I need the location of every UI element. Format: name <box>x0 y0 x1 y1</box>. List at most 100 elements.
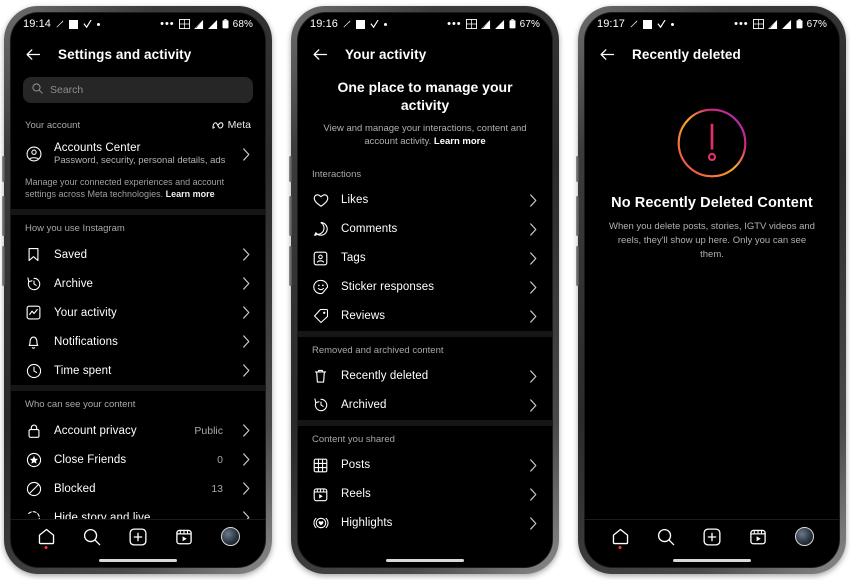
signal-1-icon <box>480 19 491 29</box>
back-arrow-icon[interactable] <box>599 46 616 63</box>
highlights-icon <box>312 515 329 532</box>
app-header: Settings and activity <box>11 35 265 73</box>
back-arrow-icon[interactable] <box>312 46 329 63</box>
chevron-right-icon <box>242 306 251 319</box>
chevron-right-icon <box>529 398 538 412</box>
signal-1-icon <box>767 19 778 29</box>
settings-row-account-privacy[interactable]: Account privacy Public <box>11 416 265 445</box>
chevron-right-icon <box>529 516 538 530</box>
dot-icon <box>97 22 101 26</box>
signal-1-icon <box>193 19 204 29</box>
reels-icon[interactable] <box>172 525 196 549</box>
meta-label: Meta <box>227 119 251 131</box>
row-label: Reviews <box>341 310 386 323</box>
learn-more-link[interactable]: Learn more <box>434 136 486 147</box>
heart-icon <box>312 192 329 209</box>
row-label: Close Friends <box>54 453 127 466</box>
chevron-right-icon <box>242 147 251 161</box>
dot-icon <box>671 22 675 26</box>
home-indicator[interactable] <box>673 558 751 562</box>
search-icon[interactable] <box>80 525 104 549</box>
settings-row-close-friends[interactable]: Close Friends 0 <box>11 445 265 474</box>
section-label: Removed and archived content <box>312 344 444 356</box>
activity-row-sticker-responses[interactable]: Sticker responses <box>298 273 552 302</box>
battery-percent: 68% <box>232 18 253 30</box>
row-value: 13 <box>211 482 223 495</box>
activity-row-comments[interactable]: Comments <box>298 215 552 244</box>
row-label: Reels <box>341 488 371 501</box>
bookmark-icon <box>25 246 42 263</box>
bottom-navigation-bar[interactable] <box>585 519 839 553</box>
activity-row-likes[interactable]: Likes <box>298 186 552 215</box>
empty-title: No Recently Deleted Content <box>611 195 813 211</box>
settings-row-hide-story-and-live[interactable]: Hide story and live <box>11 503 265 519</box>
search-icon[interactable] <box>654 525 678 549</box>
chevron-right-icon <box>242 482 251 495</box>
settings-row-accounts-center[interactable]: Accounts Center Password, security, pers… <box>11 137 265 171</box>
battery-percent: 67% <box>519 18 540 30</box>
home-icon[interactable] <box>34 525 58 549</box>
hero-body-text: View and manage your interactions, conte… <box>323 123 527 148</box>
page-title: Settings and activity <box>58 46 192 62</box>
your-activity-scroll-body[interactable]: One place to manage your activity View a… <box>298 73 552 553</box>
white-square-icon <box>69 19 79 29</box>
archive-clock-icon <box>312 397 329 414</box>
home-icon[interactable] <box>608 525 632 549</box>
back-arrow-icon[interactable] <box>25 46 42 63</box>
accounts-center-note: Manage your connected experiences and ac… <box>11 171 265 209</box>
screenshot-icon <box>465 19 477 29</box>
learn-more-link[interactable]: Learn more <box>166 189 215 199</box>
activity-chart-icon <box>25 304 42 321</box>
add-post-icon[interactable] <box>126 525 150 549</box>
row-label: Likes <box>341 194 369 207</box>
app-header: Your activity <box>298 35 552 73</box>
home-indicator[interactable] <box>99 558 177 562</box>
star-circle-icon <box>25 451 42 468</box>
activity-row-recently-deleted[interactable]: Recently deleted <box>298 362 552 391</box>
section-header-your-account: Your account Meta <box>11 111 265 137</box>
activity-row-highlights[interactable]: Highlights <box>298 509 552 538</box>
phone-recently-deleted: 19:17 ••• 67% Recently deleted No Recent… <box>576 6 846 574</box>
settings-row-blocked[interactable]: Blocked 13 <box>11 474 265 503</box>
activity-row-posts[interactable]: Posts <box>298 451 552 480</box>
chevron-right-icon <box>242 277 251 290</box>
settings-row-archive[interactable]: Archive <box>11 269 265 298</box>
checkmark-icon <box>657 19 666 29</box>
settings-row-notifications[interactable]: Notifications <box>11 327 265 356</box>
settings-row-your-activity[interactable]: Your activity <box>11 298 265 327</box>
activity-row-tags[interactable]: Tags <box>298 244 552 273</box>
settings-row-saved[interactable]: Saved <box>11 240 265 269</box>
row-label: Saved <box>54 248 88 261</box>
section-label: Who can see your content <box>25 399 136 411</box>
profile-avatar[interactable] <box>792 525 816 549</box>
meta-badge: Meta <box>212 119 251 131</box>
profile-avatar[interactable] <box>218 525 242 549</box>
status-time: 19:16 <box>310 18 339 30</box>
section-header-content-you-shared: Content you shared <box>298 426 552 451</box>
row-label: Time spent <box>54 364 112 377</box>
status-bar: 19:14 ••• 68% <box>11 13 265 35</box>
settings-row-time-spent[interactable]: Time spent <box>11 356 265 385</box>
block-icon <box>25 480 42 497</box>
chevron-right-icon <box>242 453 251 466</box>
hero-title: One place to manage your activity <box>337 79 513 113</box>
notification-dot <box>618 545 622 549</box>
hide-story-icon <box>25 509 42 519</box>
section-header-interactions: Interactions <box>298 161 552 186</box>
location-icon <box>343 20 351 28</box>
settings-scroll-body[interactable]: Search Your account Meta Accounts Center… <box>11 73 265 519</box>
home-indicator[interactable] <box>386 558 464 562</box>
activity-row-reels[interactable]: Reels <box>298 480 552 509</box>
hero-body: View and manage your interactions, conte… <box>318 122 532 149</box>
reels-icon <box>312 486 329 503</box>
activity-row-archived[interactable]: Archived <box>298 391 552 420</box>
search-input[interactable]: Search <box>23 77 253 103</box>
dot-icon <box>384 22 388 26</box>
add-post-icon[interactable] <box>700 525 724 549</box>
bottom-navigation-bar[interactable] <box>11 519 265 553</box>
reels-icon[interactable] <box>746 525 770 549</box>
activity-row-reviews[interactable]: Reviews <box>298 302 552 331</box>
checkmark-icon <box>83 19 92 29</box>
row-label: Highlights <box>341 517 393 530</box>
battery-percent: 67% <box>806 18 827 30</box>
